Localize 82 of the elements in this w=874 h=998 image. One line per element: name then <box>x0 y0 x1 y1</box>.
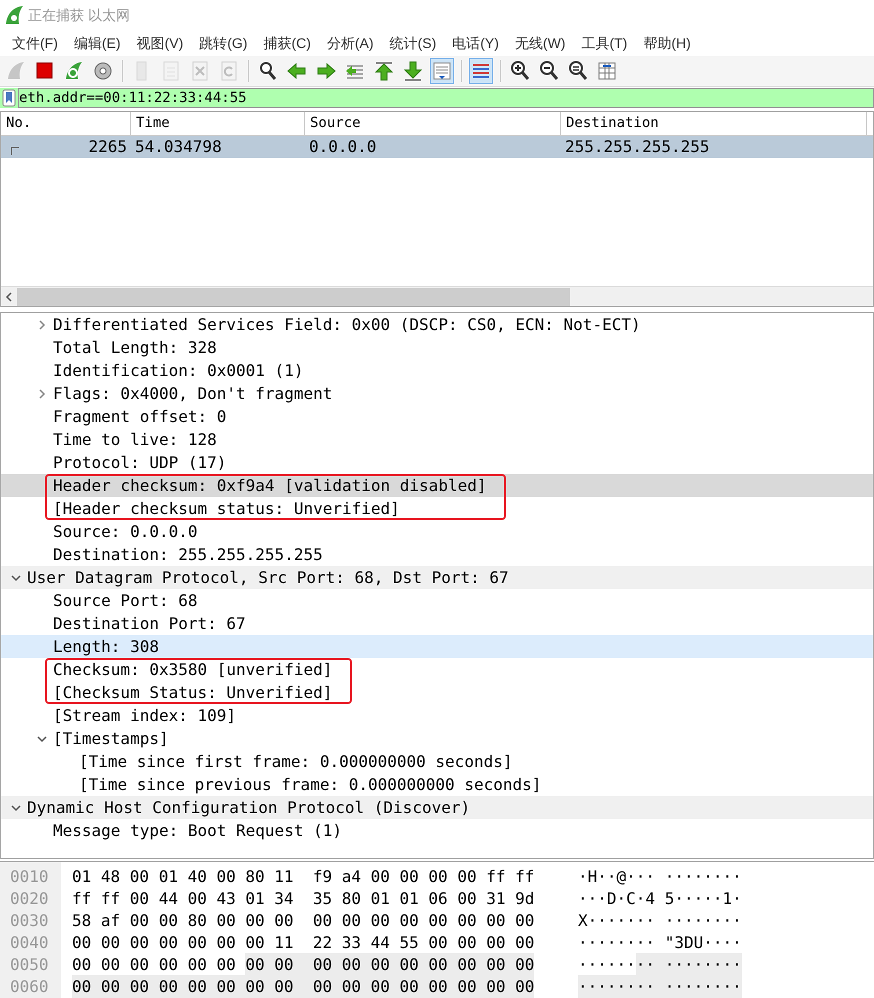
tree-item[interactable]: [Time since previous frame: 0.000000000 seconds] <box>79 772 542 796</box>
ascii-text: X······· ········ <box>578 910 742 932</box>
column-header[interactable]: Destination <box>561 112 867 135</box>
menu-item[interactable]: 视图(V) <box>128 31 192 55</box>
tree-item[interactable]: [Checksum Status: Unverified] <box>53 680 332 704</box>
autoscroll-icon <box>431 60 453 82</box>
autoscroll-button[interactable] <box>430 58 454 84</box>
gear-icon <box>92 60 114 82</box>
byte-offset: 0050 <box>9 954 50 976</box>
byte-offset: 0010 <box>9 866 50 888</box>
search-icon <box>257 60 279 82</box>
table-cell-text: 0.0.0.0 <box>309 136 376 158</box>
shark-fin-icon <box>4 5 24 25</box>
bookmark-icon[interactable] <box>2 89 16 107</box>
shark-fin-icon <box>5 60 27 82</box>
hex-bytes: 00 00 00 00 00 00 00 11 22 33 44 55 00 00 00 00 <box>72 932 534 954</box>
menu-item[interactable]: 统计(S) <box>382 31 444 55</box>
tree-item[interactable]: Protocol: UDP (17) <box>53 450 226 474</box>
ascii-text: ·· ········ <box>636 953 742 977</box>
menu-item[interactable]: 电话(Y) <box>444 31 507 55</box>
ascii-text: ·H··@··· ········ <box>578 866 742 888</box>
ascii-text: ······ <box>578 954 636 976</box>
tree-item[interactable]: Destination: 255.255.255.255 <box>53 542 323 566</box>
zoom-in-icon <box>509 60 531 82</box>
tree-item[interactable]: Differentiated Services Field: 0x00 (DSCP: CS0, ECN: Not-ECT) <box>53 313 641 336</box>
down-arrow-icon <box>402 60 424 82</box>
tree-item[interactable]: Time to live: 128 <box>53 428 217 452</box>
column-header[interactable]: Source <box>305 112 561 135</box>
tree-item[interactable]: Destination Port: 67 <box>53 612 246 636</box>
up-arrow-icon <box>373 60 395 82</box>
byte-offset: 0040 <box>9 932 50 954</box>
tree-item[interactable]: Identification: 0x0001 (1) <box>53 358 304 382</box>
column-header[interactable]: Time <box>131 112 305 135</box>
colored-lines-button[interactable] <box>469 58 493 84</box>
tree-bracket-icon <box>11 147 19 155</box>
hex-bytes: 58 af 00 00 80 00 00 00 00 00 00 00 00 00 00 00 <box>72 910 534 932</box>
byte-offset: 0060 <box>9 976 50 998</box>
ascii-text: ········ "3DU···· <box>578 932 742 954</box>
menu-item[interactable]: 工具(T) <box>573 31 636 55</box>
table-cell-text: 2265 <box>88 136 127 158</box>
hex-bytes: 00 00 00 00 00 00 <box>72 954 237 976</box>
zoom-out-icon <box>538 60 560 82</box>
menu-item[interactable]: 捕获(C) <box>255 31 319 55</box>
tree-item[interactable]: Checksum: 0x3580 [unverified] <box>53 658 332 682</box>
menu-item[interactable]: 编辑(E) <box>66 31 129 55</box>
packet-row[interactable]: 2265 54.034798 0.0.0.0 255.255.255.255 <box>1 136 873 158</box>
byte-offset: 0020 <box>9 888 50 910</box>
menu-item[interactable]: 无线(W) <box>506 31 574 55</box>
tree-item[interactable]: Source: 0.0.0.0 <box>53 520 198 544</box>
hex-bytes: ff ff 00 44 00 43 01 34 35 80 01 01 06 00 31 9d <box>72 888 534 910</box>
hex-bytes: 00 00 00 00 00 00 00 00 00 00 <box>245 953 534 977</box>
scrollbar-thumb[interactable] <box>17 288 570 306</box>
left-arrow-icon <box>286 60 308 82</box>
right-arrow-icon <box>315 60 337 82</box>
tree-item[interactable]: [Stream index: 109] <box>53 704 236 728</box>
tree-item[interactable]: [Timestamps] <box>53 726 169 750</box>
byte-offset: 0030 <box>9 910 50 932</box>
restart-icon <box>63 60 85 82</box>
menu-item[interactable]: 分析(A) <box>318 31 382 55</box>
menu-item[interactable]: 文件(F) <box>4 31 66 55</box>
ascii-text: ········ ········ <box>578 975 742 998</box>
tree-item[interactable]: Total Length: 328 <box>53 336 217 360</box>
table-cell-text: 54.034798 <box>135 136 222 158</box>
resize-columns-icon <box>596 60 618 82</box>
tree-item[interactable]: Length: 308 <box>53 634 159 658</box>
zoom-reset-icon <box>567 60 589 82</box>
menu-item[interactable]: 帮助(H) <box>635 31 699 55</box>
display-filter-field[interactable]: eth.addr==00:11:22:33:44:55 <box>18 88 874 108</box>
column-header[interactable]: No. <box>1 112 131 135</box>
ascii-text: ···D·C·4 5·····1· <box>578 888 742 910</box>
table-cell-text: 255.255.255.255 <box>565 136 710 158</box>
menu-item[interactable]: 跳转(G) <box>191 31 256 55</box>
tree-item[interactable]: [Time since first frame: 0.000000000 seconds] <box>79 750 512 774</box>
window-title: 正在捕获 以太网 <box>28 6 130 24</box>
tree-item[interactable]: Fragment offset: 0 <box>53 404 226 428</box>
tree-item[interactable]: Flags: 0x4000, Don't fragment <box>53 382 332 406</box>
tree-item[interactable]: Source Port: 68 <box>53 588 198 612</box>
tree-item[interactable]: Message type: Boot Request (1) <box>53 818 342 842</box>
tree-item[interactable]: [Header checksum status: Unverified] <box>53 496 486 520</box>
horizontal-scrollbar[interactable] <box>1 286 873 306</box>
hex-bytes: 00 00 00 00 00 00 00 00 00 00 00 00 00 00 00 00 <box>72 975 534 998</box>
hex-bytes: 01 48 00 01 40 00 80 11 f9 a4 00 00 00 00 ff ff <box>72 866 534 888</box>
